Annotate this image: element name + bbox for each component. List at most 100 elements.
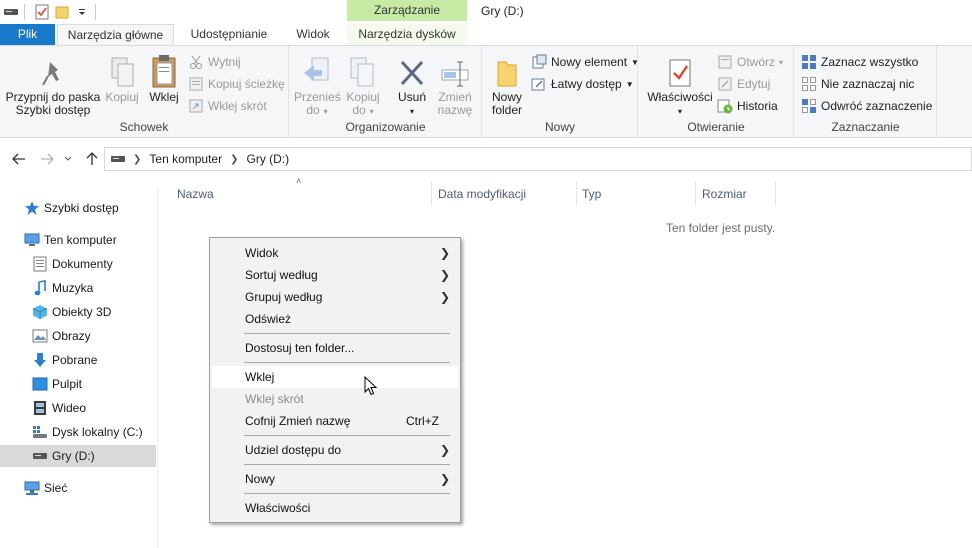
breadcrumb-chevron-icon[interactable]: ❯ bbox=[230, 154, 238, 165]
menu-item-properties[interactable]: Właściwości bbox=[212, 497, 458, 519]
drive-icon bbox=[111, 152, 125, 166]
ribbon: Przypnij do paska Szybki dostęp Kopiuj W… bbox=[0, 45, 972, 138]
submenu-arrow-icon: ❯ bbox=[439, 268, 450, 282]
copy-to-button[interactable]: Kopiuj do ▾ bbox=[341, 52, 385, 118]
delete-button[interactable]: Usuń ▾ bbox=[391, 52, 433, 118]
move-to-button[interactable]: Przenieś do ▾ bbox=[294, 52, 341, 118]
menu-item-refresh[interactable]: Odśwież bbox=[212, 308, 458, 330]
menu-separator bbox=[244, 435, 450, 436]
menu-separator bbox=[244, 464, 450, 465]
system-drive-icon bbox=[32, 424, 48, 440]
tab-drive-tools[interactable]: Narzędzia dysków bbox=[347, 24, 467, 45]
window-title: Gry (D:) bbox=[481, 4, 524, 18]
back-arrow-icon[interactable] bbox=[10, 150, 28, 168]
recent-locations-chevron-icon[interactable] bbox=[62, 150, 74, 168]
copy-icon bbox=[111, 57, 134, 87]
nav-3d-objects[interactable]: Obiekty 3D bbox=[32, 301, 111, 323]
menu-item-new[interactable]: Nowy ❯ bbox=[212, 468, 458, 490]
open-button[interactable]: Otwórz ▾ bbox=[717, 52, 783, 72]
menu-item-group-by[interactable]: Grupuj według ❯ bbox=[212, 286, 458, 308]
nav-pictures[interactable]: Obrazy bbox=[32, 325, 91, 347]
nav-downloads[interactable]: Pobrane bbox=[32, 349, 97, 371]
tab-home[interactable]: Narzędzia główne bbox=[57, 24, 174, 46]
select-none-icon bbox=[801, 76, 817, 92]
tab-file[interactable]: Plik bbox=[0, 24, 55, 45]
group-new: Nowy folder Nowy element ▼ Łatwy dostęp ▼ … bbox=[483, 46, 639, 138]
properties-button[interactable]: Właściwości ▾ bbox=[647, 52, 713, 118]
invert-selection-button[interactable]: Odwróć zaznaczenie bbox=[801, 96, 932, 116]
new-folder-icon[interactable] bbox=[53, 2, 71, 22]
tab-share[interactable]: Udostępnianie bbox=[180, 24, 278, 45]
forward-arrow-icon[interactable] bbox=[38, 150, 56, 168]
nav-quick-access[interactable]: Szybki dostęp bbox=[24, 197, 119, 219]
download-arrow-icon bbox=[32, 352, 48, 368]
drive-icon bbox=[32, 448, 48, 464]
column-header-size[interactable]: Rozmiar bbox=[697, 182, 776, 206]
documents-icon bbox=[32, 256, 48, 272]
column-header-type[interactable]: Typ bbox=[577, 182, 696, 206]
submenu-arrow-icon: ❯ bbox=[439, 246, 450, 260]
select-all-icon bbox=[801, 54, 817, 70]
cut-button[interactable]: Wytnij bbox=[188, 52, 241, 72]
move-to-icon bbox=[304, 57, 329, 81]
select-all-button[interactable]: Zaznacz wszystko bbox=[801, 52, 918, 72]
menu-separator bbox=[244, 493, 450, 494]
mouse-pointer-icon bbox=[364, 375, 378, 399]
rename-button[interactable]: Zmień nazwę bbox=[435, 52, 475, 117]
tab-view[interactable]: Widok bbox=[287, 24, 339, 45]
menu-separator bbox=[244, 362, 450, 363]
nav-documents[interactable]: Dokumenty bbox=[32, 253, 113, 275]
breadcrumb-chevron-icon[interactable]: ❯ bbox=[133, 154, 141, 165]
new-folder-icon bbox=[497, 61, 517, 87]
nav-music[interactable]: Muzyka bbox=[32, 277, 93, 299]
edit-icon bbox=[717, 76, 733, 92]
menu-item-customize-folder[interactable]: Dostosuj ten folder... bbox=[212, 337, 458, 359]
navigation-pane: Szybki dostęp Ten komputer Dokumenty Muz… bbox=[0, 186, 158, 548]
menu-item-sort-by[interactable]: Sortuj według ❯ bbox=[212, 264, 458, 286]
breadcrumb-this-pc[interactable]: Ten komputer bbox=[149, 152, 222, 166]
up-arrow-icon[interactable] bbox=[83, 150, 101, 168]
context-menu: Widok ❯ Sortuj według ❯ Grupuj według ❯ … bbox=[209, 237, 461, 523]
pictures-icon bbox=[32, 328, 48, 344]
select-none-button[interactable]: Nie zaznaczaj nic bbox=[801, 74, 914, 94]
group-label-clipboard: Schowek bbox=[119, 120, 169, 134]
copy-path-button[interactable]: Kopiuj ścieżkę bbox=[188, 74, 285, 94]
paste-button[interactable]: Wklej bbox=[146, 52, 182, 104]
rename-icon bbox=[441, 61, 469, 87]
pin-quick-access-button[interactable]: Przypnij do paska Szybki dostęp bbox=[4, 52, 102, 117]
cube-icon bbox=[32, 304, 48, 320]
column-header-date-modified[interactable]: Data modyfikacji bbox=[433, 182, 577, 206]
customize-toolbar-chevron-icon[interactable] bbox=[73, 2, 91, 22]
menu-item-give-access[interactable]: Udziel dostępu do ❯ bbox=[212, 439, 458, 461]
menu-item-undo-rename[interactable]: Cofnij Zmień nazwę Ctrl+Z bbox=[212, 410, 458, 432]
edit-button[interactable]: Edytuj bbox=[717, 74, 770, 94]
column-header-name[interactable]: Nazwa bbox=[172, 182, 432, 206]
menu-item-paste[interactable]: Wklej bbox=[212, 366, 458, 388]
copy-button[interactable]: Kopiuj bbox=[103, 52, 141, 104]
properties-check-icon[interactable] bbox=[33, 2, 51, 22]
paste-clipboard-icon bbox=[152, 55, 176, 88]
nav-network[interactable]: Sieć bbox=[24, 477, 67, 499]
menu-item-view[interactable]: Widok ❯ bbox=[212, 242, 458, 264]
toolbar-separator bbox=[24, 4, 25, 20]
context-tab-group-title: Zarządzanie bbox=[347, 0, 467, 21]
nav-local-disk-c[interactable]: Dysk lokalny (C:) bbox=[32, 421, 143, 443]
easy-access-button[interactable]: Łatwy dostęp ▼ bbox=[531, 74, 634, 94]
group-open: Właściwości ▾ Otwórz ▾ Edytuj Historia Ot… bbox=[639, 46, 794, 138]
nav-this-pc[interactable]: Ten komputer bbox=[24, 229, 117, 251]
drive-icon[interactable] bbox=[2, 2, 20, 22]
breadcrumb-drive[interactable]: Gry (D:) bbox=[246, 152, 289, 166]
nav-desktop[interactable]: Pulpit bbox=[32, 373, 82, 395]
new-item-button[interactable]: Nowy element ▼ bbox=[531, 52, 639, 72]
nav-videos[interactable]: Wideo bbox=[32, 397, 86, 419]
paste-shortcut-button[interactable]: Wklej skrót bbox=[188, 96, 267, 116]
address-bar[interactable]: ❯ Ten komputer ❯ Gry (D:) bbox=[104, 147, 972, 171]
group-label-new: Nowy bbox=[544, 120, 575, 134]
new-folder-button[interactable]: Nowy folder bbox=[487, 52, 527, 117]
history-button[interactable]: Historia bbox=[717, 96, 778, 116]
submenu-arrow-icon: ❯ bbox=[439, 443, 450, 457]
menu-item-paste-shortcut[interactable]: Wklej skrót bbox=[212, 388, 458, 410]
copy-path-icon bbox=[188, 76, 204, 92]
nav-games-drive-d[interactable]: Gry (D:) bbox=[0, 445, 156, 467]
network-icon bbox=[24, 480, 40, 496]
